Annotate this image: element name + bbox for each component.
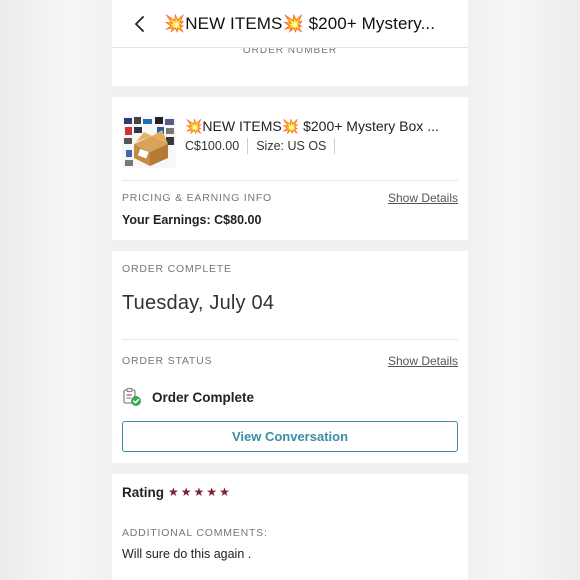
item-meta: C$100.00 Size: US OS <box>185 138 343 154</box>
order-status-text: Order Complete <box>152 389 255 405</box>
star-icon: ★ <box>206 485 218 499</box>
divider <box>122 180 458 181</box>
item-card: 💥NEW ITEMS💥 $200+ Mystery Box ... C$100.… <box>112 97 468 240</box>
earnings-value: C$80.00 <box>214 213 262 227</box>
order-status-card: ORDER COMPLETE Tuesday, July 04 ORDER ST… <box>112 251 468 463</box>
divider <box>122 339 458 340</box>
chevron-left-icon[interactable] <box>132 16 148 32</box>
star-icon: ★ <box>180 485 192 499</box>
rating-comment: Will sure do this again . <box>122 547 252 561</box>
item-thumbnail[interactable] <box>122 116 176 168</box>
pricing-show-details-link[interactable]: Show Details <box>388 191 458 205</box>
meta-divider <box>247 138 249 154</box>
pricing-label: PRICING & EARNING INFO <box>122 192 273 204</box>
item-price: C$100.00 <box>185 139 240 153</box>
star-icon: ★ <box>168 485 179 499</box>
view-conversation-button[interactable]: View Conversation <box>122 421 458 452</box>
earnings-label: Your Earnings: <box>122 213 211 227</box>
meta-divider <box>334 138 336 154</box>
order-details-screen: 💥NEW ITEMS💥 $200+ Mystery... ORDER NUMBE… <box>112 0 468 580</box>
status-show-details-link[interactable]: Show Details <box>388 354 458 368</box>
rating-card: Rating ★ ★ ★ ★ ★ ADDITIONAL COMMENTS: Wi… <box>112 474 468 580</box>
page-title: 💥NEW ITEMS💥 $200+ Mystery... <box>164 14 436 33</box>
item-title[interactable]: 💥NEW ITEMS💥 $200+ Mystery Box ... <box>185 118 461 135</box>
order-complete-label: ORDER COMPLETE <box>122 263 232 275</box>
star-icon: ★ <box>219 485 230 499</box>
order-date: Tuesday, July 04 <box>122 292 275 314</box>
rating-stars: ★ ★ ★ ★ ★ <box>168 485 230 499</box>
earnings-row: Your Earnings: C$80.00 <box>122 213 261 227</box>
clipboard-check-icon <box>123 387 141 406</box>
item-size: Size: US OS <box>256 139 327 153</box>
blurred-background-right <box>468 0 580 580</box>
star-icon: ★ <box>193 485 205 499</box>
rating-label: Rating <box>122 485 164 500</box>
order-status-label: ORDER STATUS <box>122 355 213 367</box>
additional-comments-label: ADDITIONAL COMMENTS: <box>122 527 268 539</box>
blurred-background-left <box>0 0 112 580</box>
top-bar: 💥NEW ITEMS💥 $200+ Mystery... <box>112 0 468 48</box>
status-row: Order Complete <box>122 387 254 407</box>
